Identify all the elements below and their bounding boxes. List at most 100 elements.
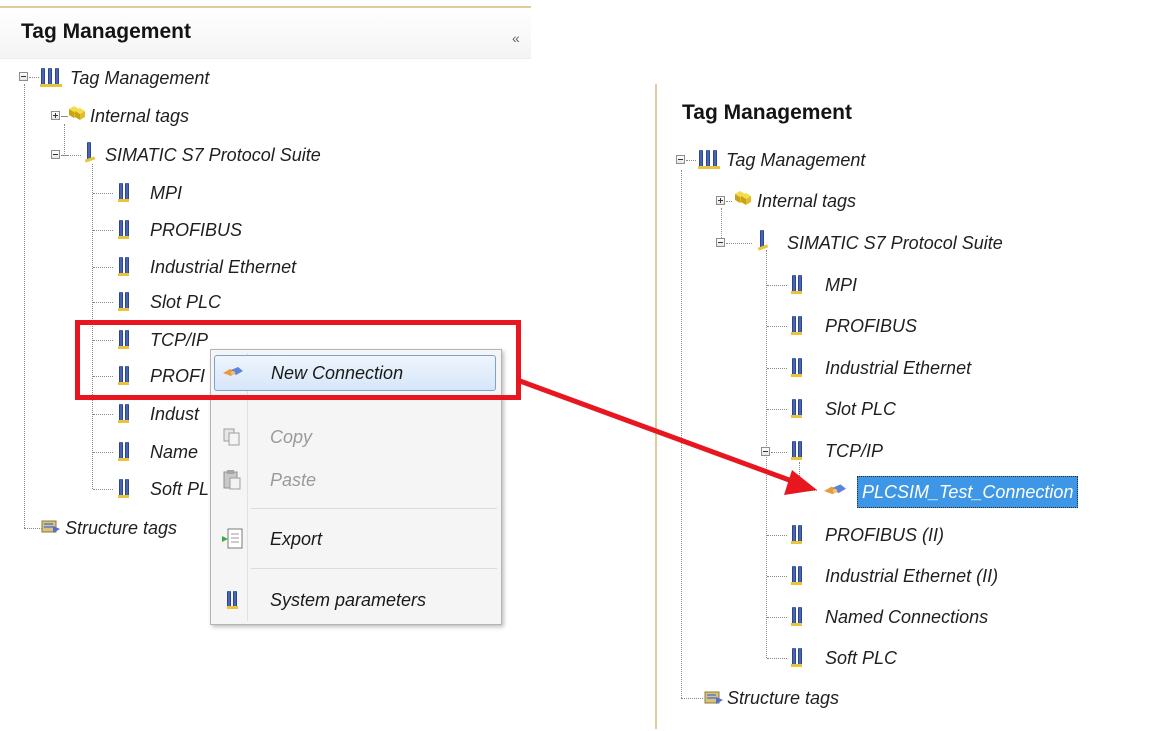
tree-line [681, 698, 703, 699]
expand-toggle[interactable] [716, 196, 725, 205]
tree-item-channel[interactable]: PROFIBUS [825, 312, 917, 340]
collapse-toggle[interactable] [51, 150, 60, 159]
tree-line [93, 267, 113, 268]
tree-line [61, 155, 81, 156]
tree-item-label: MPI [825, 274, 858, 295]
tree-line [29, 77, 39, 78]
collapse-toggle[interactable] [716, 238, 725, 247]
tree-item-structure-tags[interactable]: Structure tags [65, 514, 177, 542]
tree-item-channel[interactable]: PROFIBUS [150, 216, 242, 244]
export-icon [222, 528, 243, 549]
menu-item-copy[interactable]: Copy [214, 419, 496, 455]
tree-item-protocol-suite[interactable]: SIMATIC S7 Protocol Suite [105, 141, 321, 169]
tree-line [24, 528, 42, 529]
tree-item-label: Industrial Ethernet [150, 256, 297, 277]
tree-line [93, 414, 113, 415]
tree-item-protocol-suite[interactable]: SIMATIC S7 Protocol Suite [787, 229, 1003, 257]
tree-line [767, 409, 787, 410]
tree-item-label: Slot PLC [825, 398, 897, 419]
tree-item-label: SIMATIC S7 Protocol Suite [105, 144, 321, 165]
tree-item-channel[interactable]: Industrial Ethernet (II) [825, 562, 998, 590]
tree-line [93, 302, 113, 303]
tree-line [681, 170, 682, 698]
tag-management-icon [698, 148, 722, 170]
menu-item-export[interactable]: Export [214, 521, 496, 557]
tree-item-channel[interactable]: Slot PLC [150, 288, 221, 316]
channel-icon [790, 357, 804, 379]
tree-line [767, 535, 787, 536]
menu-item-paste[interactable]: Paste [214, 462, 496, 498]
tree-item-label: Structure tags [727, 687, 840, 708]
tree-item-channel[interactable]: Industrial Ethernet [150, 253, 296, 281]
panel-left-border [655, 84, 657, 729]
paste-icon [223, 470, 241, 490]
collapse-toggle[interactable] [19, 72, 28, 81]
tree-line [93, 230, 113, 231]
tree-item-label: Industrial Ethernet (II) [825, 565, 999, 586]
menu-item-system-parameters[interactable]: System parameters [214, 582, 496, 618]
tree-item-label: PROFIBUS (II) [825, 524, 945, 545]
menu-separator [251, 568, 497, 569]
channel-icon [790, 440, 804, 462]
tree-item-channel[interactable]: Soft PL [150, 475, 209, 503]
menu-item-label: Paste [270, 469, 317, 490]
tree-item-channel[interactable]: Name [150, 438, 198, 466]
tree-item-label: Slot PLC [150, 291, 222, 312]
tree-item-tag-management[interactable]: Tag Management [726, 146, 865, 174]
tree-line [767, 576, 787, 577]
tree-item-label: PROFIBUS [825, 315, 918, 336]
tree-item-channel[interactable]: Slot PLC [825, 395, 896, 423]
tree-item-channel[interactable]: Named Connections [825, 603, 988, 631]
channel-icon [117, 478, 131, 500]
tree-item-internal-tags[interactable]: Internal tags [90, 102, 189, 130]
tree-item-channel[interactable]: Indust [150, 400, 199, 428]
cube-icon [69, 106, 85, 120]
tree-item-internal-tags[interactable]: Internal tags [757, 187, 856, 215]
tree-item-new-connection-selected[interactable]: PLCSIM_Test_Connection [857, 476, 1079, 508]
tree-item-label: PROFIBUS [150, 219, 243, 240]
tree-item-label: Internal tags [90, 105, 190, 126]
tree-item-channel-tcpip[interactable]: TCP/IP [825, 437, 883, 465]
tree-item-label: Tag Management [70, 67, 210, 88]
channel-icon [790, 565, 804, 587]
tree-item-label: Internal tags [757, 190, 857, 211]
tree-line [767, 285, 787, 286]
tree-item-channel[interactable]: MPI [150, 179, 182, 207]
tree-item-label: Industrial Ethernet [825, 357, 972, 378]
collapse-toggle[interactable] [676, 155, 685, 164]
tree-line [767, 617, 787, 618]
channel-icon [117, 441, 131, 463]
tree-item-channel[interactable]: PROFIBUS (II) [825, 521, 944, 549]
menu-separator [251, 508, 497, 509]
collapse-toggle[interactable] [761, 447, 770, 456]
tree-item-label: Soft PL [150, 478, 210, 499]
tree-item-label: Name [150, 441, 199, 462]
tree-item-label: Structure tags [65, 517, 178, 538]
menu-item-label: Copy [270, 426, 313, 447]
right-tag-panel: Tag Management [655, 78, 1167, 731]
channel-icon [117, 182, 131, 204]
menu-item-label: System parameters [270, 589, 427, 610]
tree-line [24, 84, 25, 528]
tree-line [767, 368, 787, 369]
tree-item-tag-management[interactable]: Tag Management [70, 64, 209, 92]
tree-item-channel[interactable]: MPI [825, 271, 857, 299]
tree-item-channel[interactable]: Soft PLC [825, 644, 897, 672]
structure-tags-icon [704, 691, 723, 704]
channel-icon [790, 524, 804, 546]
tree-item-structure-tags[interactable]: Structure tags [727, 684, 839, 712]
expand-toggle[interactable] [51, 111, 60, 120]
collapse-button[interactable]: « [512, 30, 520, 46]
channel-icon [790, 606, 804, 628]
panel-header: Tag Management « [0, 8, 531, 59]
connection-icon [824, 484, 846, 495]
tree-line [686, 160, 696, 161]
system-parameters-icon [227, 590, 239, 610]
channel-icon [790, 398, 804, 420]
channel-icon [117, 256, 131, 278]
channel-icon [117, 291, 131, 313]
tree-item-channel[interactable]: Industrial Ethernet [825, 354, 971, 382]
channel-icon [117, 403, 131, 425]
menu-item-label: Export [270, 528, 323, 549]
tree-line [799, 462, 800, 490]
